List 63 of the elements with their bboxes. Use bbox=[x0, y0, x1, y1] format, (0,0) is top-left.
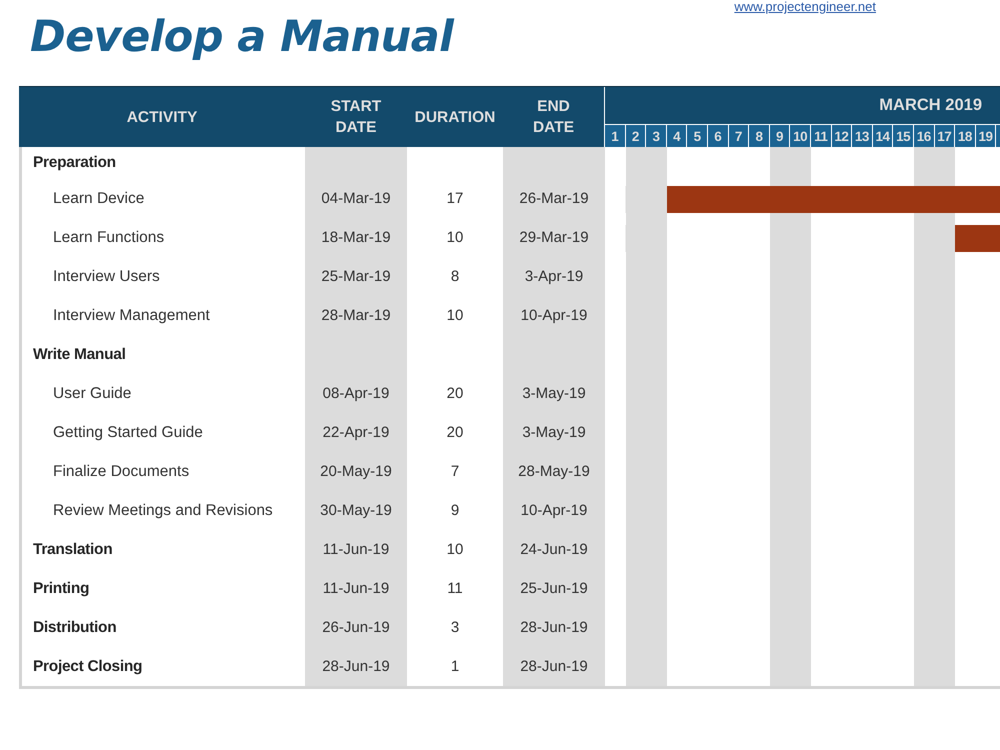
column-header: ACTIVITY bbox=[19, 87, 305, 147]
date-cell: 3-May-19 bbox=[522, 385, 586, 402]
date-cell: 11-Jun-19 bbox=[322, 541, 390, 558]
date-cell: 11-Jun-19 bbox=[322, 580, 390, 597]
date-cell: 3-Apr-19 bbox=[524, 268, 584, 285]
date-cell: 10-Apr-19 bbox=[520, 502, 588, 519]
day-header: 19 bbox=[976, 125, 996, 147]
day-header: 7 bbox=[728, 125, 750, 147]
date-cell: 18-Mar-19 bbox=[321, 229, 391, 246]
column-header: START DATE bbox=[305, 87, 407, 147]
date-cell: 08-Apr-19 bbox=[322, 385, 390, 402]
month-header: MARCH 2019 bbox=[878, 95, 983, 116]
date-cell: 25-Jun-19 bbox=[520, 580, 588, 597]
duration-cell: 20 bbox=[446, 424, 464, 441]
day-header: 2 bbox=[626, 125, 646, 147]
activity-cell: Learn Device bbox=[53, 190, 144, 208]
duration-cell: 10 bbox=[446, 229, 464, 246]
date-cell: 26-Jun-19 bbox=[322, 619, 390, 636]
date-cell: 28-Jun-19 bbox=[520, 619, 588, 636]
date-cell: 29-Mar-19 bbox=[519, 229, 589, 246]
column-header: DURATION bbox=[407, 87, 503, 147]
duration-cell: 3 bbox=[450, 619, 460, 636]
date-cell: 28-Jun-19 bbox=[520, 658, 588, 675]
date-cell: 3-May-19 bbox=[522, 424, 586, 441]
activity-cell: User Guide bbox=[53, 384, 132, 402]
activity-cell: Learn Functions bbox=[53, 228, 164, 246]
activity-cell: Finalize Documents bbox=[53, 462, 190, 480]
activity-cell: Project Closing bbox=[33, 658, 142, 676]
website-link[interactable]: www.projectengineer.net bbox=[734, 0, 876, 14]
date-cell: 22-Apr-19 bbox=[322, 424, 390, 441]
date-cell: 25-Mar-19 bbox=[321, 268, 391, 285]
date-cell: 24-Jun-19 bbox=[520, 541, 588, 558]
activity-cell: Distribution bbox=[33, 618, 116, 636]
date-cell: 28-Mar-19 bbox=[321, 307, 391, 324]
column-header: END DATE bbox=[503, 87, 605, 147]
date-cell: 04-Mar-19 bbox=[321, 190, 391, 207]
day-header: 17 bbox=[934, 125, 956, 147]
duration-cell: 17 bbox=[446, 190, 464, 207]
activity-cell: Interview Users bbox=[53, 268, 160, 286]
duration-cell: 10 bbox=[446, 307, 464, 324]
duration-cell: 20 bbox=[446, 385, 464, 402]
activity-cell: Translation bbox=[33, 540, 112, 558]
page-title: Develop a Manual bbox=[30, 12, 454, 62]
duration-cell: 11 bbox=[447, 580, 463, 597]
date-cell: 30-May-19 bbox=[320, 502, 392, 519]
duration-cell: 7 bbox=[450, 463, 460, 480]
activity-cell: Preparation bbox=[33, 154, 116, 172]
duration-cell: 9 bbox=[450, 502, 460, 519]
date-cell: 26-Mar-19 bbox=[519, 190, 589, 207]
activity-cell: Getting Started Guide bbox=[53, 424, 203, 442]
duration-cell: 10 bbox=[446, 541, 464, 558]
date-cell: 10-Apr-19 bbox=[520, 307, 588, 324]
day-header: 12 bbox=[832, 125, 852, 147]
date-cell: 28-Jun-19 bbox=[322, 658, 390, 675]
day-header: 14 bbox=[872, 125, 894, 147]
activity-cell: Write Manual bbox=[33, 346, 126, 364]
activity-cell: Review Meetings and Revisions bbox=[53, 502, 273, 520]
duration-cell: 8 bbox=[450, 268, 460, 285]
activity-cell: Interview Management bbox=[53, 306, 210, 324]
activity-cell: Printing bbox=[33, 580, 90, 598]
date-cell: 28-May-19 bbox=[518, 463, 590, 480]
duration-cell: 1 bbox=[450, 658, 460, 675]
date-cell: 20-May-19 bbox=[320, 463, 392, 480]
